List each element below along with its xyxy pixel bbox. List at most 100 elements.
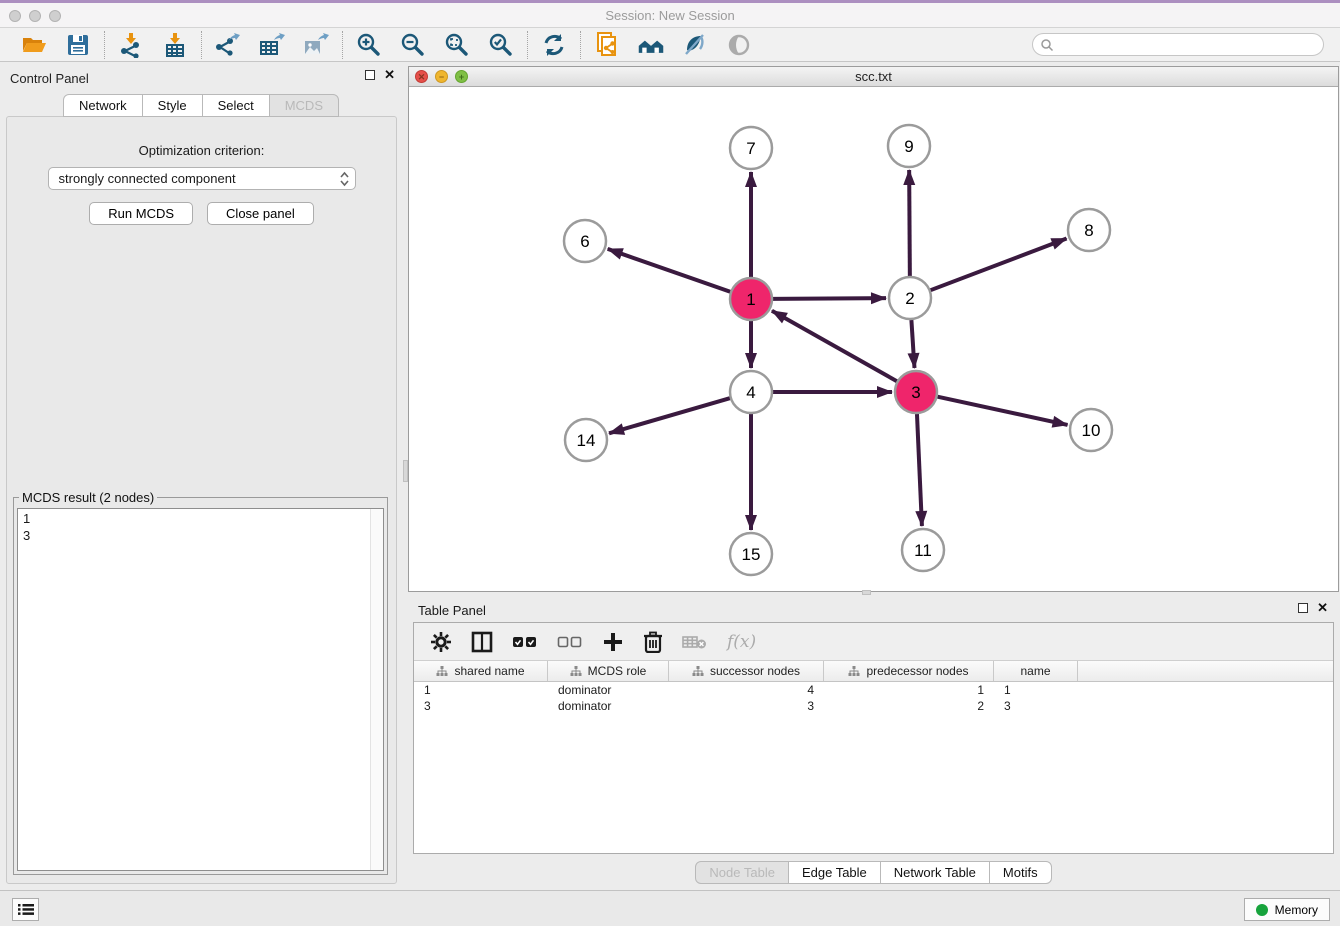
duplicate-network-button[interactable] <box>593 31 621 59</box>
node-4[interactable]: 4 <box>730 371 772 413</box>
maximize-window-button[interactable] <box>49 10 61 22</box>
run-mcds-button[interactable]: Run MCDS <box>89 202 193 225</box>
apply-style-icon <box>682 32 708 58</box>
node-11[interactable]: 11 <box>902 529 944 571</box>
node-8[interactable]: 8 <box>1068 209 1110 251</box>
edge-3-10[interactable] <box>937 397 1067 425</box>
import-table-button[interactable] <box>161 31 189 59</box>
tab-node-table[interactable]: Node Table <box>695 861 789 884</box>
column-header-name[interactable]: name <box>994 661 1078 681</box>
node-9[interactable]: 9 <box>888 125 930 167</box>
apply-layout-button[interactable] <box>540 31 568 59</box>
edge-4-14[interactable] <box>609 398 730 433</box>
tab-select[interactable]: Select <box>202 94 270 117</box>
node-14[interactable]: 14 <box>565 419 607 461</box>
column-header-successor-nodes[interactable]: successor nodes <box>669 661 824 681</box>
save-session-button[interactable] <box>64 31 92 59</box>
search-input[interactable] <box>1058 36 1323 54</box>
tab-network-table[interactable]: Network Table <box>880 861 990 884</box>
tab-motifs[interactable]: Motifs <box>989 861 1052 884</box>
zoom-in-button[interactable] <box>355 31 383 59</box>
edge-2-3[interactable] <box>911 320 914 368</box>
select-all-button[interactable] <box>512 634 538 650</box>
column-settings-button[interactable] <box>430 631 452 653</box>
mcds-result-title: MCDS result (2 nodes) <box>19 490 157 505</box>
node-6[interactable]: 6 <box>564 220 606 262</box>
close-panel-icon[interactable]: ✕ <box>384 70 395 80</box>
svg-text:7: 7 <box>746 139 755 158</box>
node-10[interactable]: 10 <box>1070 409 1112 451</box>
table-row[interactable]: 3 dominator 3 2 3 <box>414 698 1333 714</box>
memory-button[interactable]: Memory <box>1244 898 1330 921</box>
edge-3-11[interactable] <box>917 414 922 526</box>
import-network-icon <box>118 32 144 58</box>
cell-predecessor-nodes: 1 <box>824 682 994 698</box>
result-scrollbar[interactable] <box>370 509 383 870</box>
control-panel: Control Panel ✕ Network Style Select MCD… <box>0 62 403 890</box>
function-builder-button[interactable]: f(x) <box>727 632 756 652</box>
network-canvas[interactable]: 7 9 6 8 1 2 4 3 14 10 15 11 <box>409 88 1338 591</box>
export-network-button[interactable] <box>214 31 242 59</box>
tab-edge-table[interactable]: Edge Table <box>788 861 881 884</box>
export-table-button[interactable] <box>258 31 286 59</box>
svg-text:2: 2 <box>905 289 914 308</box>
close-panel-button[interactable]: Close panel <box>207 202 314 225</box>
column-header-mcds-role[interactable]: MCDS role <box>548 661 669 681</box>
edge-1-2[interactable] <box>773 298 886 299</box>
node-15[interactable]: 15 <box>730 533 772 575</box>
export-network-icon <box>215 32 241 58</box>
delete-row-button[interactable] <box>643 631 663 653</box>
zoom-fit-icon <box>444 32 470 58</box>
node-7[interactable]: 7 <box>730 127 772 169</box>
network-view-window: ✕ − + scc.txt 7 9 6 8 1 2 4 3 14 10 15 11 <box>408 66 1339 592</box>
network-window-titlebar[interactable]: ✕ − + scc.txt <box>409 67 1338 87</box>
trash-icon <box>643 631 663 653</box>
minimize-window-button[interactable] <box>29 10 41 22</box>
node-3[interactable]: 3 <box>895 371 937 413</box>
open-folder-icon <box>21 33 47 57</box>
table-panel: Table Panel ✕ <box>408 596 1340 890</box>
import-network-button[interactable] <box>117 31 145 59</box>
optimization-criterion-select[interactable]: strongly connected component <box>48 167 356 190</box>
delete-table-button[interactable] <box>682 633 708 651</box>
mcds-result-text[interactable]: 1 3 <box>17 508 384 871</box>
zoom-out-button[interactable] <box>399 31 427 59</box>
horizontal-splitter-handle[interactable] <box>862 590 871 595</box>
node-2[interactable]: 2 <box>889 277 931 319</box>
float-panel-icon[interactable] <box>365 70 375 80</box>
svg-text:9: 9 <box>904 137 913 156</box>
edge-2-8[interactable] <box>931 239 1067 291</box>
network-minimize-button[interactable]: − <box>435 70 448 83</box>
node-1[interactable]: 1 <box>730 278 772 320</box>
zoom-fit-button[interactable] <box>443 31 471 59</box>
search-box[interactable] <box>1032 33 1324 56</box>
svg-text:6: 6 <box>580 232 589 251</box>
edge-1-6[interactable] <box>608 249 731 292</box>
column-header-shared-name[interactable]: shared name <box>414 661 548 681</box>
show-hide-graphics-button[interactable] <box>725 31 753 59</box>
open-session-button[interactable] <box>20 31 48 59</box>
close-window-button[interactable] <box>9 10 21 22</box>
add-row-button[interactable] <box>602 631 624 653</box>
toggle-panel-layout-button[interactable] <box>471 631 493 653</box>
close-table-panel-icon[interactable]: ✕ <box>1317 603 1328 613</box>
plus-icon <box>602 631 624 653</box>
task-history-button[interactable] <box>12 898 39 921</box>
memory-status-icon <box>1256 904 1268 916</box>
network-maximize-button[interactable]: + <box>455 70 468 83</box>
column-header-predecessor-nodes[interactable]: predecessor nodes <box>824 661 994 681</box>
cell-shared-name: 3 <box>414 698 548 714</box>
tab-mcds[interactable]: MCDS <box>269 94 339 117</box>
zoom-selected-button[interactable] <box>487 31 515 59</box>
tab-network[interactable]: Network <box>63 94 143 117</box>
float-table-panel-icon[interactable] <box>1298 603 1308 613</box>
export-image-button[interactable] <box>302 31 330 59</box>
apply-style-button[interactable] <box>681 31 709 59</box>
edge-3-1[interactable] <box>772 311 897 381</box>
network-close-button[interactable]: ✕ <box>415 70 428 83</box>
deselect-all-button[interactable] <box>557 634 583 650</box>
edge-2-9[interactable] <box>909 170 910 276</box>
show-all-nodes-button[interactable] <box>637 31 665 59</box>
tab-style[interactable]: Style <box>142 94 203 117</box>
table-row[interactable]: 1 dominator 4 1 1 <box>414 682 1333 698</box>
